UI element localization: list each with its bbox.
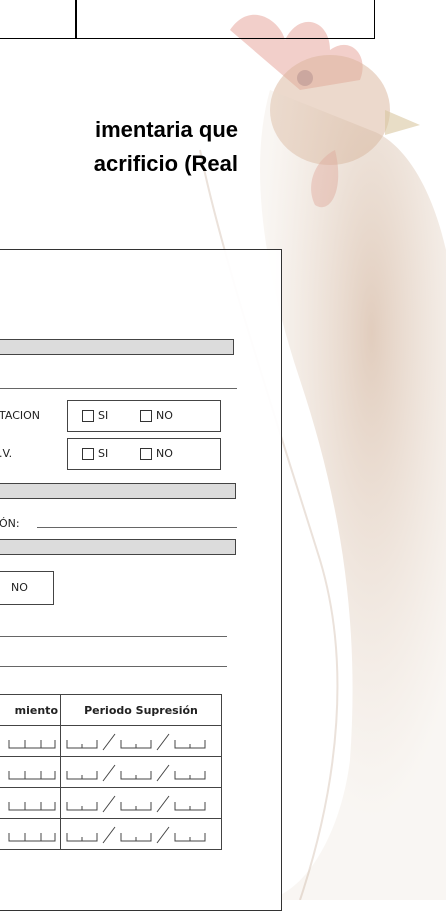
checkbox-si-2[interactable] [82, 448, 94, 460]
form-image: TACION SI NO .V. SI NO ÓN: NO miento Per… [0, 249, 282, 911]
row-label-2: .V. [0, 447, 13, 460]
heading-line-1: imentaria que [94, 117, 238, 142]
heading-line-2: acrificio (Real [93, 151, 238, 176]
si-no-box-2: SI NO [67, 438, 221, 470]
digit-boxes[interactable] [0, 726, 60, 756]
date-entry[interactable] [61, 788, 221, 818]
field-label: ÓN: [0, 517, 20, 530]
table-row [0, 725, 222, 757]
date-entry[interactable] [61, 726, 221, 756]
form-line [0, 666, 227, 667]
table-row [0, 756, 222, 788]
table-divider [75, 0, 77, 38]
date-entry[interactable] [61, 757, 221, 787]
table-row [0, 818, 222, 850]
checkbox-si-1[interactable] [82, 410, 94, 422]
digit-boxes[interactable] [0, 757, 60, 787]
gray-bar [0, 539, 236, 555]
checkbox-no-2[interactable] [140, 448, 152, 460]
row-label-1: TACION [0, 409, 41, 422]
no-label: NO [11, 581, 28, 594]
col-header-2: Periodo Supresión [60, 694, 222, 726]
gray-bar [0, 483, 236, 499]
date-entry[interactable] [61, 819, 221, 849]
top-table [0, 0, 375, 39]
supresion-table: miento Periodo Supresión [0, 694, 222, 850]
opt-si-label: SI [98, 409, 109, 422]
digit-boxes[interactable] [0, 819, 60, 849]
opt-no-label: NO [156, 409, 173, 422]
digit-boxes[interactable] [0, 788, 60, 818]
form-line [0, 636, 227, 637]
gray-bar [0, 339, 234, 355]
opt-si-label: SI [98, 447, 109, 460]
form-line [0, 388, 237, 389]
col-header-1: miento [0, 694, 61, 726]
table-row [0, 787, 222, 819]
field-line [37, 527, 237, 528]
no-box: NO [0, 571, 54, 605]
checkbox-no-1[interactable] [140, 410, 152, 422]
si-no-box-1: SI NO [67, 400, 221, 432]
opt-no-label: NO [156, 447, 173, 460]
